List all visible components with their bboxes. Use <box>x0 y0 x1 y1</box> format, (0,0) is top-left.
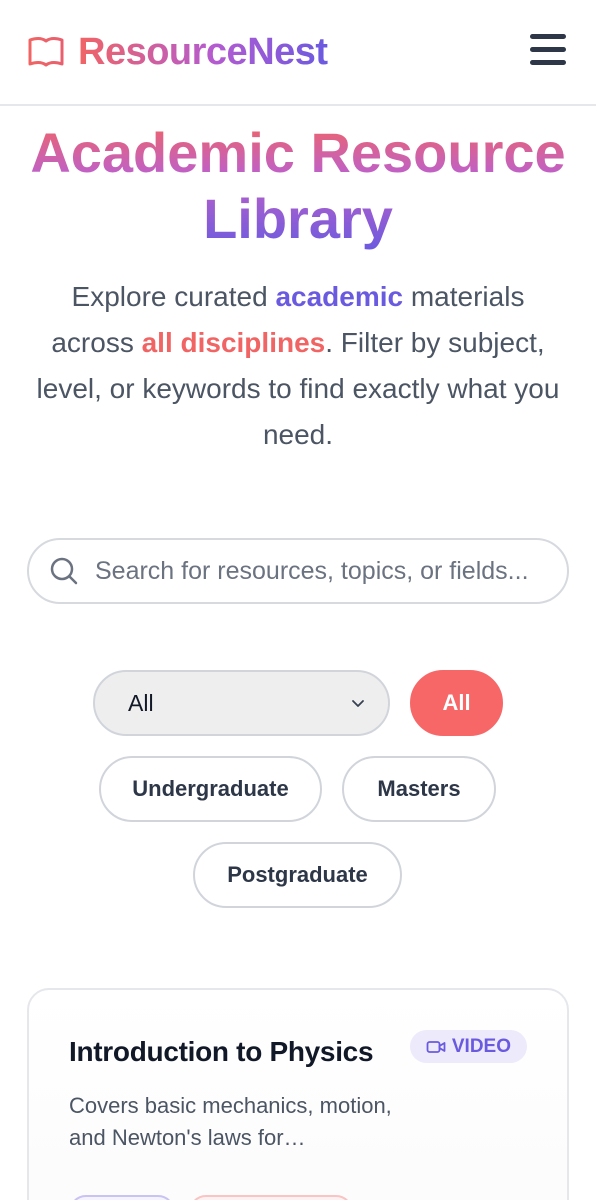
subject-select[interactable]: All <box>93 670 390 736</box>
level-chip-masters[interactable]: Masters <box>342 756 496 822</box>
resource-tag <box>189 1195 353 1200</box>
chevron-down-icon <box>352 700 364 707</box>
resource-type-label: VIDEO <box>451 1035 511 1057</box>
open-book-icon <box>28 37 64 67</box>
top-header: ResourceNest <box>0 0 596 106</box>
resource-card-description: Covers basic mechanics, motion, and Newt… <box>69 1093 392 1150</box>
video-camera-icon <box>426 1040 446 1053</box>
resource-tag <box>69 1195 175 1200</box>
search-bar[interactable] <box>27 538 569 604</box>
hamburger-menu-icon <box>530 34 566 39</box>
level-chip-postgraduate[interactable]: Postgraduate <box>193 842 402 908</box>
subject-select-value: All <box>128 689 154 716</box>
brand-name: ResourceNest <box>78 31 328 73</box>
highlight-academic: academic <box>275 281 404 312</box>
level-chip-all[interactable]: All <box>410 670 503 736</box>
search-icon <box>50 557 78 585</box>
highlight-disciplines: all disciplines <box>141 327 326 358</box>
resource-card-title: Introduction to Physics <box>69 1036 374 1067</box>
page-subtitle: Explore curated academic materials acros… <box>36 281 560 450</box>
resource-type-badge: VIDEO <box>409 1030 527 1063</box>
search-input[interactable] <box>95 556 555 586</box>
level-chip-undergraduate[interactable]: Undergraduate <box>99 756 322 822</box>
resource-card[interactable]: Introduction to Physics VIDEO Covers bas… <box>27 988 569 1200</box>
hamburger-menu-button[interactable] <box>530 34 570 70</box>
brand-logo[interactable]: ResourceNest <box>26 30 328 74</box>
page-title: Academic Resource Library <box>0 120 596 252</box>
